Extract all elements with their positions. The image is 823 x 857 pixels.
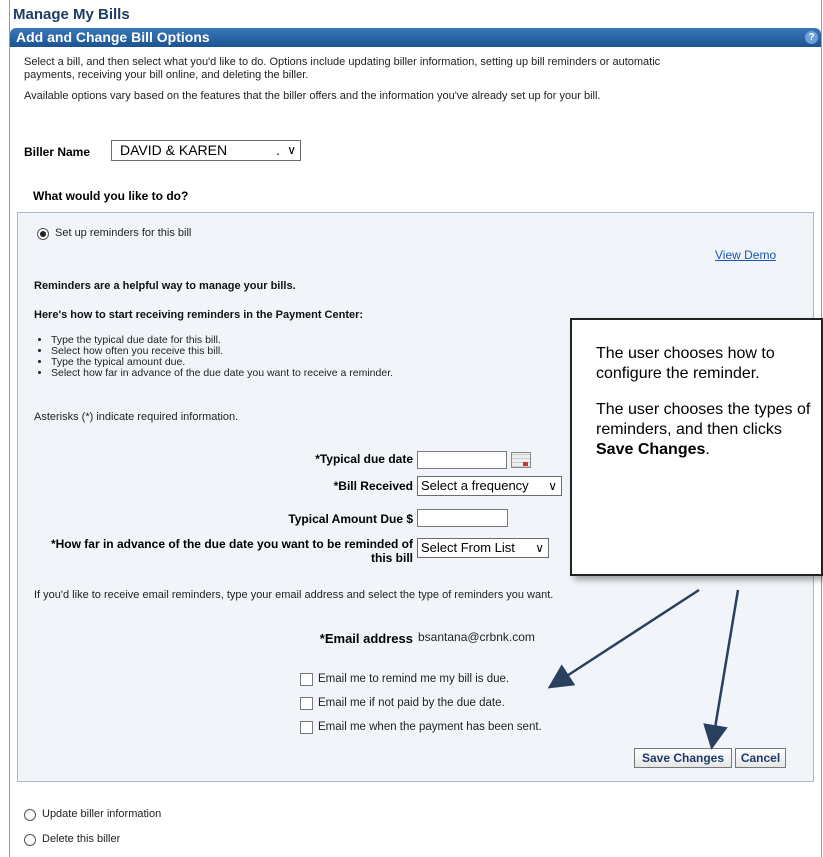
bill-received-value: Select a frequency xyxy=(421,478,529,493)
not-paid-checkbox[interactable] xyxy=(300,697,313,710)
save-changes-button[interactable]: Save Changes xyxy=(634,748,732,768)
section-header: Add and Change Bill Options ? xyxy=(10,28,821,47)
step-item: Select how far in advance of the due dat… xyxy=(51,368,393,379)
cancel-button[interactable]: Cancel xyxy=(735,748,786,768)
callout-text-1: The user chooses how to configure the re… xyxy=(596,345,775,382)
asterisk-note: Asterisks (*) indicate required informat… xyxy=(34,411,239,423)
email-label: *Email address xyxy=(319,631,413,646)
payment-sent-checkbox[interactable] xyxy=(300,721,313,734)
biller-name-label: Biller Name xyxy=(24,145,91,159)
callout-text-2c: . xyxy=(705,441,710,458)
section-title: Add and Change Bill Options xyxy=(16,29,210,45)
action-question: What would you like to do? xyxy=(33,189,189,203)
intro-text-2: payments, receiving your bill online, an… xyxy=(24,69,309,81)
chevron-down-icon: ∨ xyxy=(535,541,544,555)
advance-value: Select From List xyxy=(421,540,515,555)
biller-name-value: DAVID & KAREN xyxy=(120,142,228,158)
reminders-heading: Reminders are a helpful way to manage yo… xyxy=(34,280,296,292)
bill-received-label: *Bill Received xyxy=(333,479,413,493)
advance-select[interactable]: Select From List ∨ xyxy=(417,538,549,558)
annotation-callout: The user chooses how to configure the re… xyxy=(570,318,823,576)
intro-text-1: Select a bill, and then select what you'… xyxy=(24,56,661,68)
advance-label: *How far in advance of the due date you … xyxy=(24,537,413,565)
update-biller-label: Update biller information xyxy=(42,808,162,820)
not-paid-label: Email me if not paid by the due date. xyxy=(318,697,505,709)
intro-text-3: Available options vary based on the feat… xyxy=(24,90,601,102)
remind-due-label: Email me to remind me my bill is due. xyxy=(318,673,510,685)
callout-text-2a: The user chooses the types of reminders,… xyxy=(596,401,811,438)
payment-sent-label: Email me when the payment has been sent. xyxy=(318,721,542,733)
callout-text-2: The user chooses the types of reminders,… xyxy=(596,400,811,460)
reminders-option-label: Set up reminders for this bill xyxy=(55,227,192,239)
advance-label-line1: *How far in advance of the due date you … xyxy=(50,537,413,551)
callout-text-2b: Save Changes xyxy=(596,441,706,458)
bill-received-select[interactable]: Select a frequency ∨ xyxy=(417,476,562,496)
biller-name-suffix: . xyxy=(276,142,280,158)
delete-biller-radio[interactable] xyxy=(24,834,36,846)
update-biller-radio[interactable] xyxy=(24,809,36,821)
reminder-steps: Type the typical due date for this bill.… xyxy=(37,335,393,379)
help-icon[interactable]: ? xyxy=(805,31,818,44)
email-intro: If you'd like to receive email reminders… xyxy=(34,589,554,601)
remind-due-checkbox[interactable] xyxy=(300,673,313,686)
calendar-icon[interactable] xyxy=(511,452,531,468)
amount-due-label: Typical Amount Due $ xyxy=(288,512,413,526)
page-title: Manage My Bills xyxy=(13,6,130,23)
chevron-down-icon: ∨ xyxy=(548,479,557,493)
view-demo-link[interactable]: View Demo xyxy=(715,248,776,262)
advance-label-line2: this bill xyxy=(371,551,413,565)
reminders-subheading: Here's how to start receiving reminders … xyxy=(34,309,364,321)
due-date-input[interactable] xyxy=(417,451,507,469)
delete-biller-label: Delete this biller xyxy=(42,833,121,845)
amount-due-input[interactable] xyxy=(417,509,508,527)
biller-name-select[interactable]: DAVID & KAREN . ∨ xyxy=(111,140,301,161)
email-value: bsantana@crbnk.com xyxy=(418,630,535,644)
chevron-down-icon: ∨ xyxy=(287,143,296,157)
reminders-radio[interactable] xyxy=(37,228,49,240)
due-date-label: *Typical due date xyxy=(315,452,413,466)
